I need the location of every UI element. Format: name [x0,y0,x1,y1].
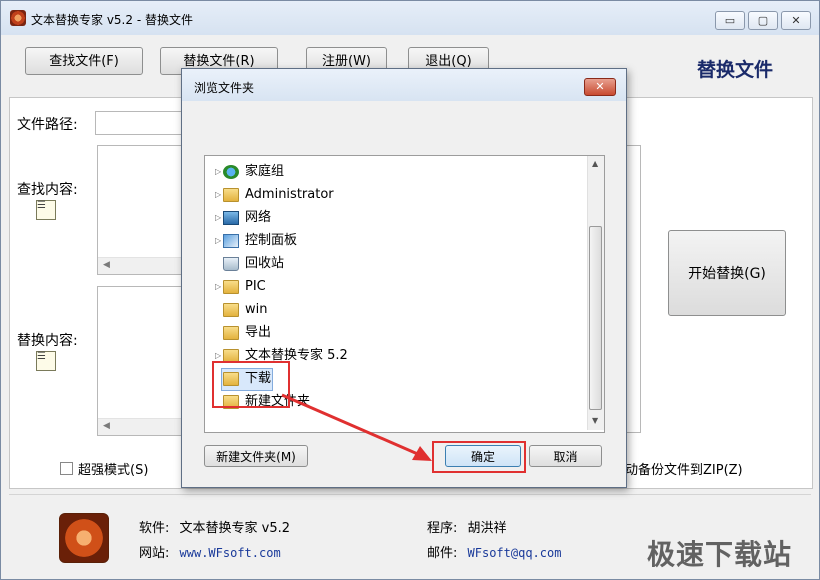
annotation-arrow [281,393,432,461]
